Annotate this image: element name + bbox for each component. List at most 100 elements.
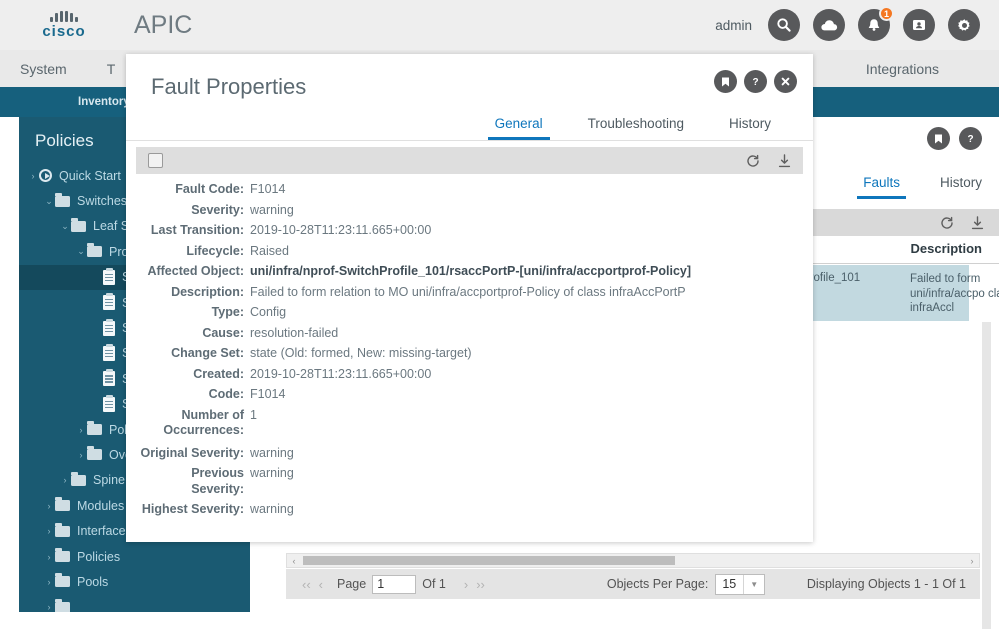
property-value: Failed to form relation to MO uni/infra/… xyxy=(250,284,686,299)
pagination-bar: ‹‹ ‹ Page 1 Of 1 › ›› Objects Per Page: … xyxy=(286,569,980,599)
bookmark-icon[interactable] xyxy=(927,127,950,150)
property-label: Code: xyxy=(208,387,244,401)
close-icon[interactable] xyxy=(774,70,797,93)
document-icon xyxy=(103,369,115,387)
property-row: Cause: resolution-failed xyxy=(136,326,803,342)
remote-screen-icon[interactable] xyxy=(903,9,935,41)
property-label: Type: xyxy=(211,305,244,319)
property-label: Severity: xyxy=(191,202,244,217)
settings-gear-icon[interactable] xyxy=(948,9,980,41)
folder-icon xyxy=(55,573,70,588)
property-value: 1 xyxy=(250,407,257,422)
document-icon xyxy=(103,267,115,285)
document-icon xyxy=(103,293,115,311)
vertical-scrollbar[interactable] xyxy=(982,322,991,629)
scroll-right-arrow-icon[interactable]: › xyxy=(965,556,979,566)
refresh-icon[interactable] xyxy=(746,154,760,168)
property-label: Affected Object: xyxy=(147,264,244,278)
property-row: Change Set: state (Old: formed, New: miss… xyxy=(136,346,803,362)
chevron-down-icon[interactable]: ⌄ xyxy=(75,246,87,257)
tab-history[interactable]: History xyxy=(940,175,982,199)
fault-properties-list: Fault Code: F1014 Severity: warning Last Tra… xyxy=(136,182,803,523)
property-value: F1014 xyxy=(250,387,286,401)
download-icon[interactable] xyxy=(971,215,984,230)
chevron-down-icon[interactable]: ⌄ xyxy=(59,221,71,232)
scroll-left-arrow-icon[interactable]: ‹ xyxy=(287,556,301,566)
alerts-bell-icon[interactable]: 1 xyxy=(858,6,894,41)
last-page-icon[interactable]: ›› xyxy=(472,577,489,592)
select-all-checkbox[interactable] xyxy=(148,153,163,168)
property-row: Fault Code: F1014 xyxy=(136,182,803,198)
property-label: Change Set: xyxy=(171,346,244,360)
nav-tab-system[interactable]: System xyxy=(0,50,87,87)
displaying-objects-label: Displaying Objects 1 - 1 Of 1 xyxy=(806,577,966,591)
chevron-down-icon[interactable]: ⌄ xyxy=(43,196,55,207)
property-value: warning xyxy=(250,445,294,460)
chevron-right-icon[interactable]: › xyxy=(59,475,71,485)
folder-icon xyxy=(87,421,102,436)
table-column-description: Description xyxy=(910,241,982,256)
dialog-tabs: General Troubleshooting History xyxy=(126,100,813,140)
chevron-right-icon[interactable]: › xyxy=(75,450,87,460)
page-number-input[interactable]: 1 xyxy=(372,574,417,594)
property-label: Previous Severity: xyxy=(191,466,244,496)
cloud-icon[interactable] xyxy=(813,9,845,41)
dialog-title: Fault Properties xyxy=(151,74,307,99)
alerts-count-badge: 1 xyxy=(879,6,894,21)
folder-icon xyxy=(55,192,70,207)
objects-per-page-value: 15 xyxy=(722,577,737,591)
folder-icon xyxy=(87,446,102,461)
cisco-logo[interactable]: cisco xyxy=(18,11,110,39)
chevron-right-icon[interactable]: › xyxy=(43,501,55,511)
folder-icon xyxy=(71,217,86,232)
property-label: Cause: xyxy=(202,325,244,340)
chevron-right-icon[interactable]: › xyxy=(43,602,55,612)
chevron-right-icon[interactable]: › xyxy=(43,577,55,587)
download-icon[interactable] xyxy=(778,153,791,168)
scroll-track[interactable] xyxy=(301,556,965,565)
property-label: Original Severity: xyxy=(140,445,244,460)
chevron-right-icon[interactable]: › xyxy=(27,171,39,181)
next-page-icon[interactable]: › xyxy=(460,577,472,592)
help-icon[interactable]: ? xyxy=(744,70,767,93)
property-value: warning xyxy=(250,502,294,516)
dialog-tab-general[interactable]: General xyxy=(487,116,550,140)
dialog-tab-history[interactable]: History xyxy=(729,116,771,140)
dialog-tab-troubleshooting[interactable]: Troubleshooting xyxy=(588,116,684,140)
bookmark-icon[interactable] xyxy=(714,70,737,93)
sidebar-item-label: Policies xyxy=(77,549,121,564)
property-row: Severity: warning xyxy=(136,203,803,219)
property-value: 2019-10-28T11:23:11.665+00:00 xyxy=(250,223,432,237)
sidebar-item-label: Modules xyxy=(77,498,125,513)
refresh-icon[interactable] xyxy=(940,216,954,230)
scroll-thumb[interactable] xyxy=(303,556,675,565)
objects-per-page-select[interactable]: 15 ▼ xyxy=(715,573,766,595)
chevron-down-icon[interactable]: ▼ xyxy=(743,574,764,594)
nav-tab-integrations[interactable]: Integrations xyxy=(846,50,999,87)
property-row: Type: Config xyxy=(136,305,803,321)
property-row: Created: 2019-10-28T11:23:11.665+00:00 xyxy=(136,367,803,383)
first-page-icon[interactable]: ‹‹ xyxy=(298,577,315,592)
sidebar-item-policies[interactable]: › Policies xyxy=(19,544,250,569)
horizontal-scrollbar[interactable]: ‹ › xyxy=(286,553,980,568)
folder-icon xyxy=(87,243,102,258)
help-icon[interactable]: ? xyxy=(959,127,982,150)
sidebar-item-item-17[interactable]: › xyxy=(19,595,250,612)
chevron-right-icon[interactable]: › xyxy=(43,526,55,536)
prev-page-icon[interactable]: ‹ xyxy=(315,577,327,592)
chevron-right-icon[interactable]: › xyxy=(75,425,87,435)
folder-icon xyxy=(55,598,70,612)
chevron-right-icon[interactable]: › xyxy=(43,552,55,562)
page-label: Page xyxy=(337,577,367,591)
top-header-bar: cisco APIC admin 1 xyxy=(0,0,999,50)
search-icon[interactable] xyxy=(768,9,800,41)
svg-text:?: ? xyxy=(967,134,973,145)
sidebar-item-label: Quick Start xyxy=(59,168,121,183)
objects-per-page-label: Objects Per Page: xyxy=(606,577,709,591)
table-row[interactable]: Profile_101 Failed to form uni/infra/acc… xyxy=(790,265,999,321)
sidebar-item-pools[interactable]: › Pools xyxy=(19,569,250,594)
property-row: Last Transition: 2019-10-28T11:23:11.665+… xyxy=(136,223,803,239)
document-icon xyxy=(103,394,115,412)
tab-faults[interactable]: Faults xyxy=(857,175,906,199)
fault-properties-dialog: Fault Properties ? General Troubleshooti… xyxy=(126,54,813,542)
